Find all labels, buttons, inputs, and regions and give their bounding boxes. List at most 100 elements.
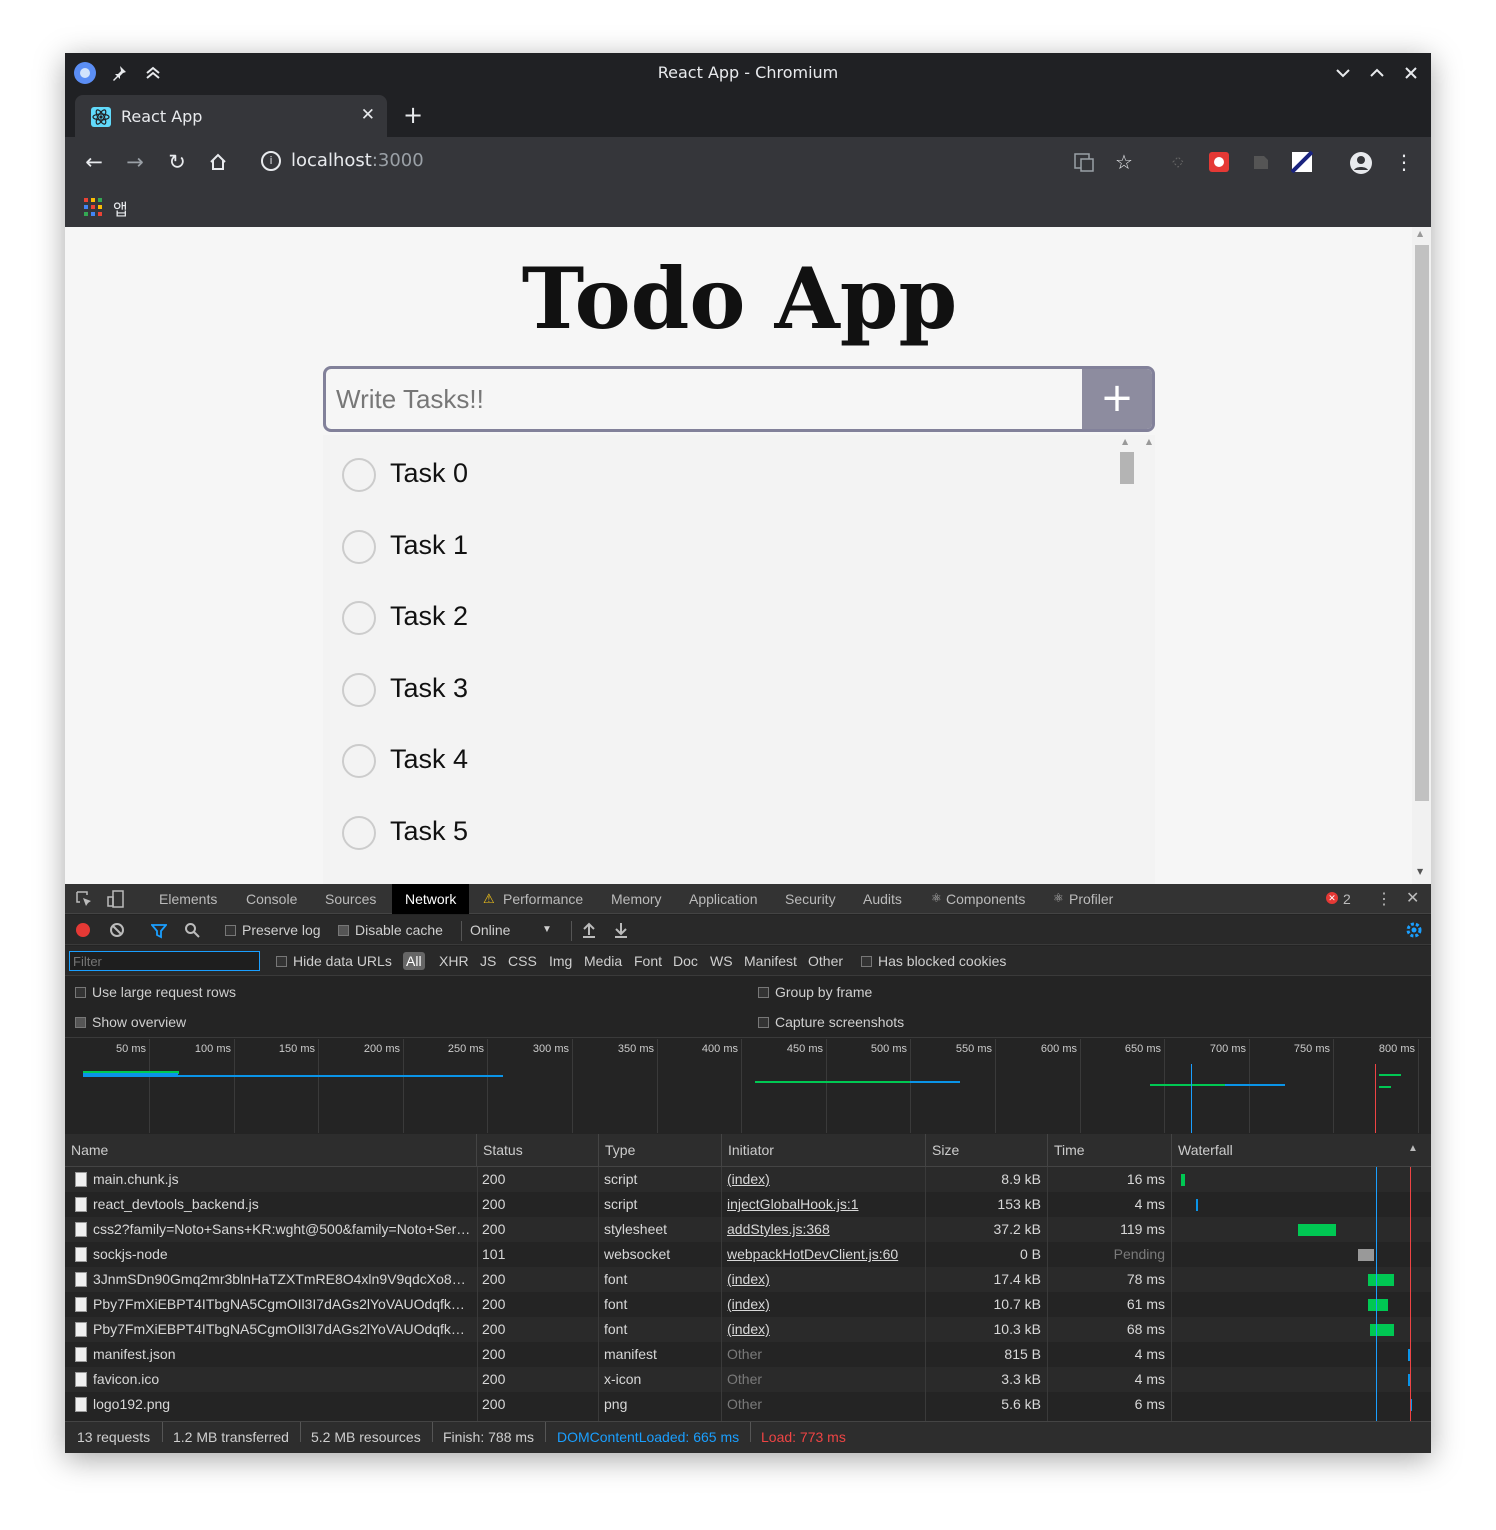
filter-input[interactable]	[69, 951, 260, 971]
table-row[interactable]: Pby7FmXiEBPT4ITbgNA5CgmOIl3I7dAGs2lYoVAU…	[65, 1317, 1431, 1342]
tab-network[interactable]: Network	[392, 884, 470, 914]
minimize-icon[interactable]	[1331, 61, 1355, 85]
info-icon[interactable]: i	[261, 151, 281, 171]
table-row[interactable]: manifest.json 200 manifest Other 815 B 4 ms	[65, 1342, 1431, 1367]
apps-bookmark[interactable]: 앱	[113, 196, 128, 220]
address-bar[interactable]: i localhost:3000	[251, 143, 1051, 181]
tab-security[interactable]: Security	[772, 884, 849, 914]
close-devtools-icon[interactable]: ✕	[1406, 888, 1419, 908]
filter-type-other[interactable]: Other	[808, 953, 843, 969]
tab-console[interactable]: Console	[233, 884, 310, 914]
task-checkbox[interactable]	[342, 816, 376, 850]
task-list-scrollbar[interactable]: ▲	[1119, 435, 1135, 884]
device-toolbar-icon[interactable]	[107, 890, 125, 911]
table-row[interactable]: main.chunk.js 200 script (index) 8.9 kB 16 ms	[65, 1167, 1431, 1192]
table-row[interactable]: Pby7FmXiEBPT4ITbgNA5CgmOIl3I7dAGs2lYoVAU…	[65, 1292, 1431, 1317]
column-waterfall[interactable]: Waterfall	[1171, 1134, 1431, 1167]
table-row[interactable]: css2?family=Noto+Sans+KR:wght@500&family…	[65, 1217, 1431, 1242]
task-input[interactable]	[326, 369, 1083, 429]
error-count[interactable]: 2	[1343, 891, 1351, 907]
use-large-rows-checkbox[interactable]: Use large request rows	[75, 984, 236, 1000]
task-item[interactable]: Task 0	[323, 444, 1103, 516]
filter-type-media[interactable]: Media	[584, 953, 622, 969]
tab-application[interactable]: Application	[676, 884, 771, 914]
task-item[interactable]: Task 2	[323, 587, 1103, 659]
home-icon[interactable]	[205, 149, 231, 175]
bookmark-star-icon[interactable]: ☆	[1115, 151, 1137, 173]
export-har-icon[interactable]	[613, 921, 629, 942]
table-row[interactable]: 3JnmSDn90Gmq2mr3blnHaTZXTmRE8O4xln9V9qdc…	[65, 1267, 1431, 1292]
capture-screenshots-checkbox[interactable]: Capture screenshots	[758, 1014, 904, 1030]
column-name[interactable]: Name	[65, 1134, 477, 1167]
tab-audits[interactable]: Audits	[850, 884, 915, 914]
group-by-frame-checkbox[interactable]: Group by frame	[758, 984, 872, 1000]
scroll-down-arrow-icon[interactable]: ▼	[1417, 867, 1423, 876]
disable-cache-checkbox[interactable]: Disable cache	[338, 922, 443, 938]
scroll-up-arrow-icon[interactable]: ▲	[1146, 437, 1152, 446]
filter-type-manifest[interactable]: Manifest	[744, 953, 797, 969]
translate-icon[interactable]	[1073, 151, 1095, 173]
filter-type-all[interactable]: All	[403, 952, 425, 970]
apps-grid-icon[interactable]	[84, 198, 102, 220]
preserve-log-checkbox[interactable]: Preserve log	[225, 922, 321, 938]
task-item[interactable]	[323, 874, 1103, 884]
tab-components[interactable]: Components	[933, 884, 1038, 914]
import-har-icon[interactable]	[581, 921, 597, 942]
extension-checker-icon[interactable]	[1290, 150, 1314, 174]
has-blocked-cookies-checkbox[interactable]: Has blocked cookies	[861, 953, 1006, 969]
filter-type-js[interactable]: JS	[480, 953, 496, 969]
extension-puzzle-icon[interactable]	[1167, 151, 1189, 173]
throttle-select[interactable]: Online	[470, 922, 510, 938]
filter-type-img[interactable]: Img	[549, 953, 572, 969]
back-icon[interactable]: ←	[81, 149, 107, 175]
task-checkbox[interactable]	[342, 530, 376, 564]
record-icon[interactable]	[76, 923, 90, 937]
task-item[interactable]: Task 1	[323, 516, 1103, 588]
filter-type-ws[interactable]: WS	[710, 953, 733, 969]
search-icon[interactable]	[184, 922, 200, 941]
tab-performance[interactable]: Performance	[490, 884, 596, 914]
column-type[interactable]: Type	[598, 1134, 721, 1167]
task-list-scroll-thumb[interactable]	[1120, 452, 1134, 484]
scroll-up-arrow-icon[interactable]: ▲	[1122, 437, 1128, 446]
tab-memory[interactable]: Memory	[598, 884, 675, 914]
request-initiator[interactable]: (index)	[721, 1267, 925, 1292]
task-item[interactable]: Task 5	[323, 802, 1103, 874]
task-checkbox[interactable]	[342, 601, 376, 635]
table-row[interactable]: favicon.ico 200 x-icon Other 3.3 kB 4 ms	[65, 1367, 1431, 1392]
filter-type-font[interactable]: Font	[634, 953, 662, 969]
filter-type-xhr[interactable]: XHR	[439, 953, 469, 969]
column-time[interactable]: Time	[1047, 1134, 1171, 1167]
table-row[interactable]: logo192.png 200 png Other 5.6 kB 6 ms	[65, 1392, 1431, 1417]
page-scroll-thumb[interactable]	[1415, 245, 1429, 801]
maximize-icon[interactable]	[1365, 61, 1389, 85]
task-item[interactable]: Task 4	[323, 730, 1103, 802]
filter-type-css[interactable]: CSS	[508, 953, 537, 969]
tab-sources[interactable]: Sources	[312, 884, 389, 914]
task-item[interactable]: Task 3	[323, 659, 1103, 731]
profile-avatar-icon[interactable]	[1349, 151, 1372, 174]
tab-react-app[interactable]: React App ✕	[75, 95, 387, 138]
new-tab-icon[interactable]: +	[403, 101, 423, 129]
filter-icon[interactable]	[150, 923, 168, 942]
close-window-icon[interactable]	[1399, 61, 1423, 85]
request-initiator[interactable]: injectGlobalHook.js:1	[721, 1192, 925, 1217]
column-status[interactable]: Status	[476, 1134, 598, 1167]
request-initiator[interactable]: (index)	[721, 1292, 925, 1317]
request-initiator[interactable]: (index)	[721, 1167, 925, 1192]
request-initiator[interactable]: addStyles.js:368	[721, 1217, 925, 1242]
extension-gray-icon[interactable]	[1250, 151, 1272, 173]
add-task-button[interactable]: +	[1082, 369, 1152, 429]
task-checkbox[interactable]	[342, 458, 376, 492]
table-row[interactable]: react_devtools_backend.js 200 script inject…	[65, 1192, 1431, 1217]
page-scrollbar[interactable]: ▲ ▼	[1412, 227, 1431, 884]
task-checkbox[interactable]	[342, 744, 376, 778]
reload-icon[interactable]: ↻	[164, 149, 190, 175]
request-initiator[interactable]: (index)	[721, 1317, 925, 1342]
extension-red-icon[interactable]	[1208, 151, 1230, 173]
hide-data-urls-checkbox[interactable]: Hide data URLs	[276, 953, 392, 969]
table-row[interactable]: sockjs-node 101 websocket webpackHotDevClie…	[65, 1242, 1431, 1267]
column-size[interactable]: Size	[925, 1134, 1047, 1167]
show-overview-checkbox[interactable]: Show overview	[75, 1014, 186, 1030]
chevron-down-icon[interactable]: ▼	[542, 924, 552, 935]
